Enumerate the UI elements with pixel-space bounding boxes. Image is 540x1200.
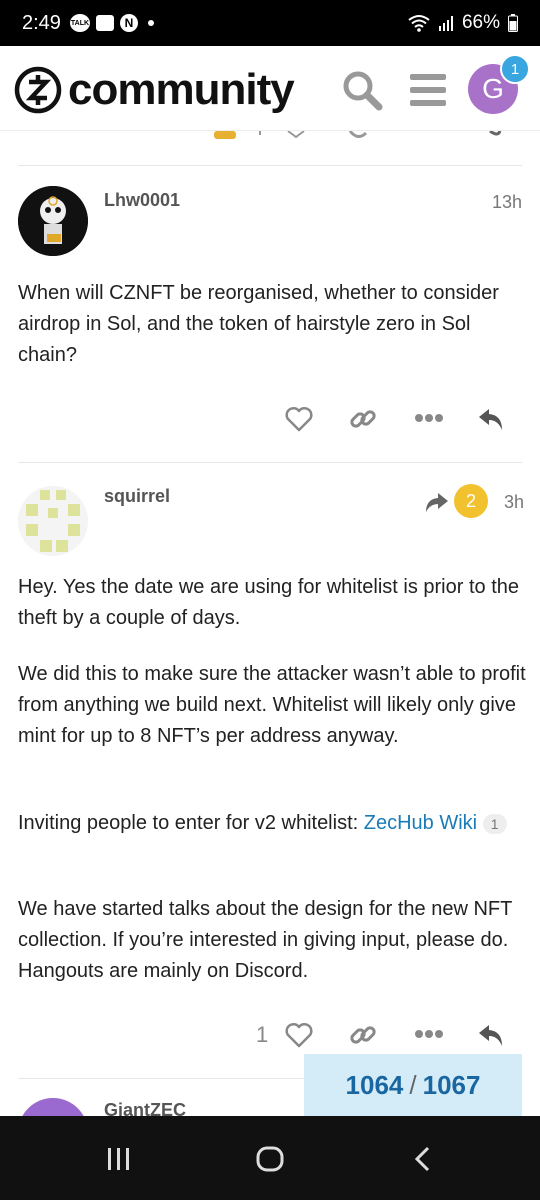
reply-count-badge[interactable]: 2 — [454, 484, 488, 518]
post-divider — [18, 165, 522, 166]
more-notifications-icon — [148, 20, 154, 26]
signal-icon — [438, 16, 453, 31]
site-logo[interactable]: community — [14, 65, 295, 114]
post-divider — [18, 462, 522, 463]
gallery-icon — [96, 15, 114, 31]
notification-badge: 1 — [500, 54, 530, 84]
post-username[interactable]: squirrel — [104, 486, 170, 507]
hamburger-menu-icon[interactable] — [408, 72, 448, 108]
post-paragraph: We have started talks about the design f… — [18, 898, 512, 982]
share-link-icon[interactable] — [348, 1020, 378, 1050]
wifi-icon — [408, 15, 430, 32]
post-body: When will CZNFT be reorganised, whether … — [18, 282, 499, 366]
recent-apps-icon[interactable] — [106, 1146, 132, 1172]
notification-icons: TALK N — [70, 14, 154, 32]
paragraph-text: Inviting people to enter for v2 whitelis… — [18, 812, 364, 834]
post-paragraph: We did this to make sure the attacker wa… — [18, 663, 526, 747]
post-paragraph-links: Inviting people to enter for v2 whitelis… — [18, 808, 528, 839]
previous-post-actions — [200, 131, 520, 145]
logo-text: community — [68, 65, 295, 114]
topic-progress-indicator[interactable]: 1064 / 1067 — [304, 1054, 522, 1116]
post-paragraph: Hey. Yes the date we are using for white… — [18, 576, 520, 629]
post-actions: 1 — [256, 1020, 510, 1056]
like-count[interactable]: 1 — [256, 1022, 268, 1048]
post-avatar-lhw0001[interactable] — [18, 186, 88, 256]
reply-to-icon[interactable] — [424, 490, 450, 514]
site-header: community G 1 — [0, 46, 540, 131]
like-heart-icon[interactable] — [284, 1020, 314, 1050]
status-bar: 2:49 TALK N 66% — [0, 0, 540, 46]
system-icons: 66% — [408, 12, 518, 34]
zcash-logo-icon — [14, 66, 62, 114]
more-options-icon[interactable] — [414, 1028, 444, 1040]
back-icon[interactable] — [412, 1146, 432, 1172]
home-icon[interactable] — [256, 1146, 284, 1172]
post-time[interactable]: 13h — [492, 192, 522, 213]
link-click-count: 1 — [482, 813, 507, 834]
post-username[interactable]: Lhw0001 — [104, 190, 180, 211]
battery-percent: 66% — [461, 12, 500, 33]
like-heart-icon[interactable] — [284, 404, 314, 434]
n-app-icon: N — [120, 14, 138, 32]
progress-separator: / — [409, 1069, 417, 1100]
post-avatar-squirrel[interactable] — [18, 486, 88, 556]
search-icon[interactable] — [340, 68, 384, 112]
post-time[interactable]: 3h — [504, 492, 524, 513]
talk-icon: TALK — [70, 14, 90, 32]
battery-icon — [508, 14, 518, 32]
android-navigation-bar — [0, 1116, 540, 1200]
progress-current: 1064 — [345, 1069, 404, 1100]
post-actions — [280, 404, 510, 440]
status-time: 2:49 — [22, 12, 61, 34]
progress-total: 1067 — [422, 1069, 481, 1100]
share-link-icon[interactable] — [348, 404, 378, 434]
reply-arrow-icon[interactable] — [476, 404, 506, 434]
more-options-icon[interactable] — [414, 412, 444, 424]
zechub-wiki-link[interactable]: ZecHub Wiki — [364, 812, 477, 834]
reply-arrow-icon[interactable] — [476, 1020, 506, 1050]
